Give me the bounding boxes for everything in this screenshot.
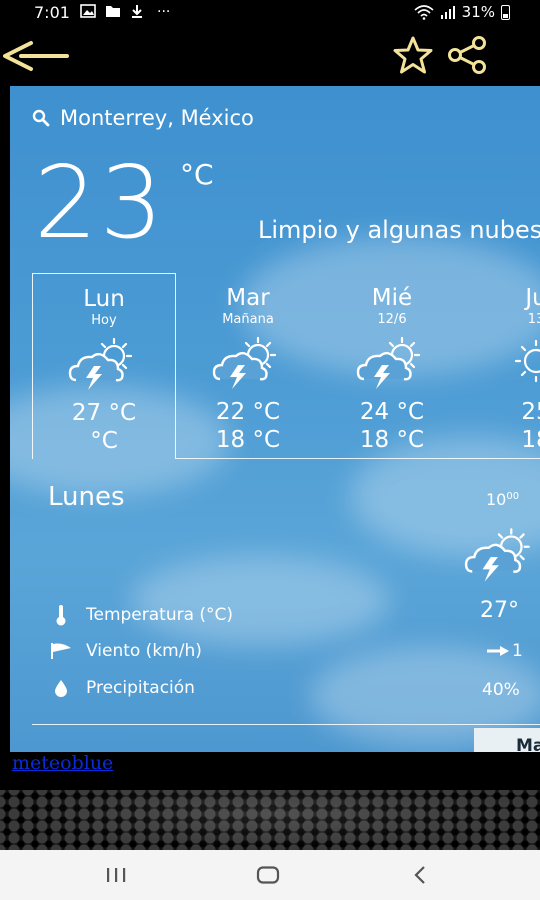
row-label: Temperatura (°C) (86, 605, 234, 625)
day-tab-1[interactable]: Mar Mañana 22 °C 18 °C (176, 273, 320, 459)
thunderstorm-sun-icon (68, 337, 133, 390)
hour-minutes: 00 (506, 491, 520, 502)
thunderstorm-sun-icon (212, 336, 277, 389)
day-tab-0[interactable]: Lun Hoy 27 °C °C (32, 273, 176, 459)
day-tab-2[interactable]: Mié 12/6 24 °C 18 °C (320, 273, 464, 459)
day-tab-3[interactable]: Ju 13 25 18 (464, 273, 540, 459)
back-nav-button[interactable] (400, 862, 440, 888)
wind-value: 1 (486, 641, 523, 661)
detail-row-precipitation: Precipitación (48, 678, 195, 698)
recent-apps-button[interactable] (96, 862, 136, 888)
share-button[interactable] (444, 32, 490, 78)
location-name: Monterrey, México (60, 106, 254, 130)
day-max-temp: 22 °C (215, 399, 281, 425)
bottom-tab-partial[interactable]: Ma (474, 728, 540, 752)
day-max-temp: 25 (521, 399, 540, 425)
day-subtitle: Hoy (91, 313, 117, 328)
search-icon (32, 109, 50, 127)
recent-apps-icon (107, 868, 126, 882)
folder-icon (106, 6, 120, 17)
thunderstorm-sun-icon (464, 528, 530, 582)
day-name: Mié (371, 285, 413, 311)
wind-direction-icon (487, 646, 509, 656)
weather-description: Limpio y algunas nubes (258, 216, 540, 244)
wind-speed: 1 (512, 641, 523, 661)
day-min-temp: 18 (521, 427, 540, 453)
detail-row-temperature: Temperatura (°C) (48, 604, 233, 626)
more-notifications-icon: ··· (157, 4, 171, 20)
back-button[interactable] (0, 34, 70, 78)
detail-divider (32, 724, 540, 725)
home-icon (256, 866, 280, 884)
hex-mesh-background (0, 790, 540, 850)
day-min-temp: 18 °C (215, 427, 281, 453)
detail-day-title: Lunes (48, 482, 125, 512)
cloud-bg (130, 556, 390, 646)
back-chevron-icon (414, 866, 425, 884)
battery-percent: 31% (461, 3, 495, 21)
detail-hour: 1000 (486, 490, 519, 509)
day-name: Lun (83, 286, 125, 312)
day-subtitle: Mañana (222, 312, 274, 327)
current-temperature: 23 (34, 144, 166, 261)
thunderstorm-sun-icon (356, 336, 421, 389)
battery-icon (501, 4, 510, 20)
day-subtitle: 13 (527, 312, 540, 327)
day-subtitle: 12/6 (377, 312, 407, 327)
day-min-temp: °C (90, 428, 118, 454)
image-icon (80, 4, 96, 18)
system-navigation-bar (0, 850, 540, 900)
temperature-value: 27° (480, 598, 519, 623)
meteoblue-link[interactable]: meteoblue (12, 752, 113, 774)
day-max-temp: 24 °C (359, 399, 425, 425)
location-label[interactable]: Monterrey, México (32, 106, 254, 130)
status-notification-icons: ··· (80, 4, 170, 20)
precipitation-value: 40% (482, 680, 520, 700)
drop-icon (48, 679, 74, 697)
app-toolbar (0, 26, 540, 86)
row-label: Precipitación (86, 678, 195, 698)
share-icon (448, 36, 486, 74)
star-icon (393, 36, 433, 74)
signal-icon (440, 6, 455, 19)
day-min-temp: 18 °C (359, 427, 425, 453)
favorite-button[interactable] (390, 32, 436, 78)
wifi-icon (414, 4, 434, 20)
weather-widget: Monterrey, México 23 °C Limpio y algunas… (10, 86, 540, 752)
row-label: Viento (km/h) (86, 641, 202, 661)
status-system-icons: 31% (414, 3, 510, 21)
hour-value: 10 (486, 490, 507, 509)
day-tabs-divider (176, 458, 540, 459)
day-name: Ju (525, 285, 540, 311)
detail-row-wind: Viento (km/h) (48, 641, 202, 661)
download-icon (132, 5, 142, 18)
day-max-temp: 27 °C (71, 400, 137, 426)
home-button[interactable] (248, 862, 288, 888)
current-temperature-unit: °C (180, 158, 214, 191)
back-arrow-icon (3, 41, 69, 71)
status-time: 7:01 (34, 3, 70, 22)
wind-flag-icon (48, 642, 74, 660)
status-bar: 7:01 ··· 31% (0, 0, 540, 26)
sun-icon (514, 339, 540, 383)
day-name: Mar (226, 285, 270, 311)
thermometer-icon (48, 604, 74, 626)
